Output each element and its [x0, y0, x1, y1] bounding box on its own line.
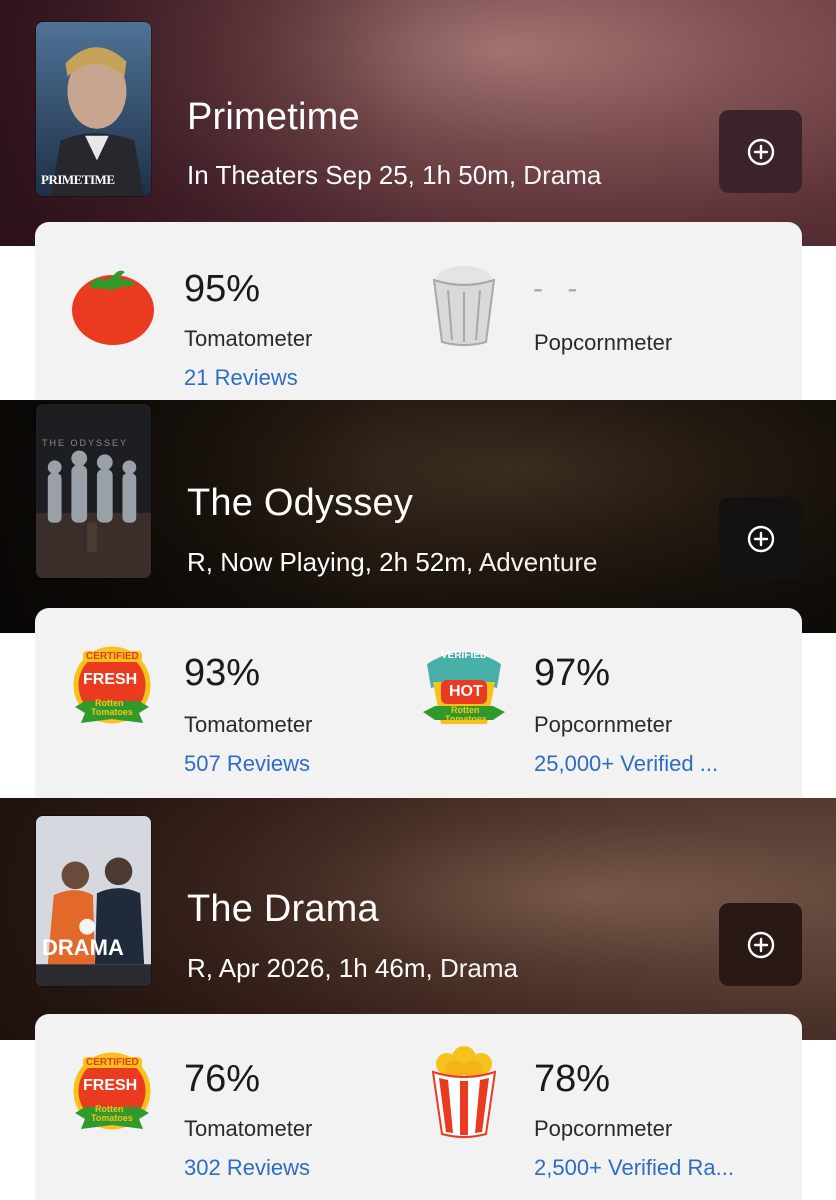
- release-info: In Theaters Sep 25, 1h 50m,: [187, 160, 517, 190]
- plus-circle-icon: [747, 931, 774, 958]
- scores-card: 95% Tomatometer 21 Reviews - - Popcornme…: [35, 222, 802, 400]
- tomatometer-reviews-link[interactable]: 302 Reviews: [184, 1155, 310, 1181]
- poster-title: THE ODYSSEY: [42, 438, 129, 448]
- popcornmeter-reviews-link[interactable]: 2,500+ Verified Ra...: [534, 1155, 734, 1181]
- movie-row-the-drama: DRAMA The Drama R, Apr 2026, 1h 46m, Dra…: [0, 798, 836, 1200]
- genre: Adventure: [478, 547, 598, 577]
- popcornmeter-label: Popcornmeter: [534, 330, 673, 355]
- add-to-watchlist-button[interactable]: [719, 497, 802, 580]
- popcornmeter-label: Popcornmeter: [534, 1116, 673, 1141]
- tomatoes-text: Tomatoes: [91, 1113, 133, 1123]
- poster-image[interactable]: PRIMETIME: [35, 21, 152, 197]
- fresh-text: FRESH: [83, 671, 138, 688]
- add-to-watchlist-button[interactable]: [719, 110, 802, 193]
- genre: Drama: [523, 160, 602, 190]
- movie-title[interactable]: The Odyssey: [187, 482, 413, 525]
- add-to-watchlist-button[interactable]: [719, 903, 802, 986]
- hot-text: HOT: [449, 683, 483, 700]
- fresh-text: FRESH: [83, 1077, 138, 1094]
- genre: Drama: [439, 953, 518, 983]
- movie-row-primetime: PRIMETIME Primetime In Theaters Sep 25, …: [0, 0, 836, 400]
- tomatometer-score: 93%: [184, 652, 261, 694]
- fresh-tomato-icon: [69, 258, 157, 346]
- tomatoes-text: Tomatoes: [445, 714, 487, 724]
- tomatometer-reviews-link[interactable]: 507 Reviews: [184, 751, 310, 777]
- tomatometer-score: 95%: [184, 268, 261, 310]
- verified-hot-icon: VERIFIED HOT Rotten Tomatoes: [419, 644, 509, 734]
- plus-circle-icon: [747, 138, 774, 165]
- tomatometer-label: Tomatometer: [184, 712, 313, 737]
- movie-title[interactable]: Primetime: [187, 96, 360, 139]
- tomatometer-label: Tomatometer: [184, 326, 313, 351]
- plus-circle-icon: [747, 525, 774, 552]
- movie-row-the-odyssey: THE ODYSSEY The Odyssey R, Now Playing, …: [0, 400, 836, 798]
- movie-meta: R, Now Playing, 2h 52m, Adventure: [187, 547, 597, 578]
- tomatometer-reviews-link[interactable]: 21 Reviews: [184, 365, 298, 391]
- movie-meta: R, Apr 2026, 1h 46m, Drama: [187, 953, 518, 984]
- popcornmeter-label: Popcornmeter: [534, 712, 673, 737]
- popcornmeter-score: 97%: [534, 652, 611, 694]
- certified-text: CERTIFIED: [83, 651, 142, 662]
- tomatometer-score: 76%: [184, 1058, 261, 1100]
- movie-title[interactable]: The Drama: [187, 888, 379, 931]
- poster-image[interactable]: DRAMA: [35, 815, 152, 987]
- popcornmeter-score: 78%: [534, 1058, 611, 1100]
- certified-fresh-icon: CERTIFIED FRESH Rotten Tomatoes: [71, 645, 153, 729]
- scores-card: CERTIFIED FRESH Rotten Tomatoes 93% Toma…: [35, 608, 802, 798]
- tomatoes-text: Tomatoes: [91, 707, 133, 717]
- movie-meta: In Theaters Sep 25, 1h 50m, Drama: [187, 160, 601, 191]
- scores-card: CERTIFIED FRESH Rotten Tomatoes 76% Toma…: [35, 1014, 802, 1200]
- poster-title: PRIMETIME: [41, 172, 115, 187]
- poster-image[interactable]: THE ODYSSEY: [35, 403, 152, 579]
- poster-title: DRAMA: [42, 935, 124, 960]
- verified-text: VERIFIED: [441, 650, 488, 661]
- empty-popcorn-icon: [429, 258, 499, 346]
- release-info: R, Now Playing, 2h 52m,: [187, 547, 474, 577]
- full-popcorn-icon: [429, 1046, 499, 1138]
- popcornmeter-reviews-link[interactable]: 25,000+ Verified ...: [534, 751, 718, 777]
- popcornmeter-score: - -: [533, 272, 586, 305]
- tomatometer-label: Tomatometer: [184, 1116, 313, 1141]
- certified-fresh-icon: CERTIFIED FRESH Rotten Tomatoes: [71, 1051, 153, 1135]
- release-info: R, Apr 2026, 1h 46m,: [187, 953, 433, 983]
- certified-text: CERTIFIED: [83, 1057, 142, 1068]
